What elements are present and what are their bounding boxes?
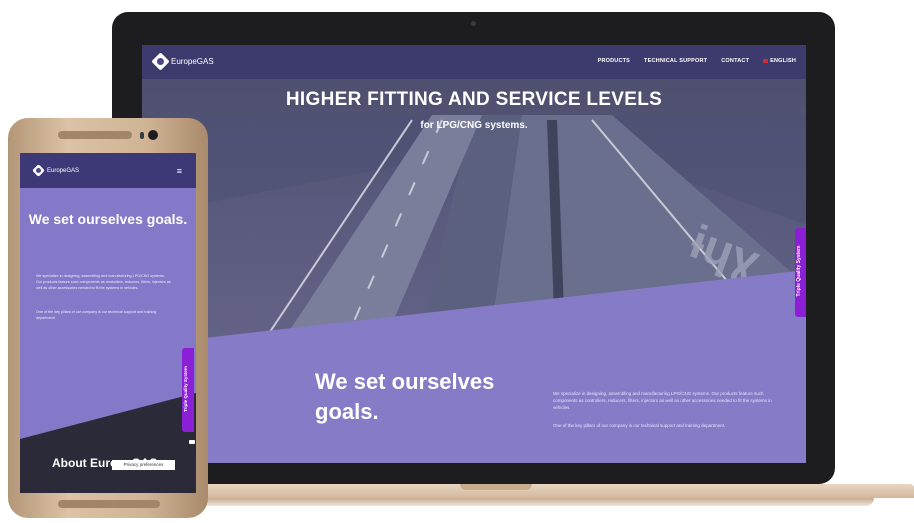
laptop-frame: ɨɥɣ EuropeGAS PRODUCTS TECHNICAL SUPPORT…	[112, 12, 835, 484]
phone-camera	[148, 130, 158, 140]
mobile-goals-heading: We set ourselves goals.	[28, 211, 188, 227]
laptop-base-bottom	[118, 498, 874, 506]
mobile-triple-quality-tab[interactable]: Triple Quality System	[182, 348, 194, 432]
phone-speaker	[58, 131, 132, 139]
phone-screen: EuropeGAS ≡ We set ourselves goals. We s…	[20, 153, 196, 493]
nav-technical-support[interactable]: TECHNICAL SUPPORT	[644, 58, 707, 64]
logo-icon	[151, 52, 170, 71]
mobile-dark-section	[20, 393, 196, 493]
main-menu: PRODUCTS TECHNICAL SUPPORT CONTACT ENGLI…	[598, 58, 796, 64]
phone-frame: EuropeGAS ≡ We set ourselves goals. We s…	[8, 118, 208, 518]
hero-subtitle: for LPG/CNG systems.	[420, 120, 528, 131]
laptop-camera	[471, 21, 476, 26]
brand-logo[interactable]: EuropeGAS	[151, 52, 214, 71]
laptop-screen: ɨɥɣ EuropeGAS PRODUCTS TECHNICAL SUPPORT…	[142, 45, 806, 463]
triple-quality-label: Triple Quality System	[796, 245, 802, 297]
support-paragraph: One of the key pillars of our company is…	[553, 423, 726, 428]
mobile-triple-quality-label: Triple Quality System	[183, 366, 188, 412]
language-label: ENGLISH	[770, 58, 796, 64]
brand-name: EuropeGAS	[171, 57, 214, 66]
triple-quality-tab[interactable]: Triple Quality System	[795, 228, 806, 317]
mobile-support-paragraph: One of the key pillars of our company is…	[36, 310, 157, 320]
nav-products[interactable]: PRODUCTS	[598, 58, 630, 64]
laptop-base-notch	[460, 484, 532, 490]
goals-heading: We set ourselves goals.	[315, 369, 495, 424]
mobile-intro-paragraph: We specialize in designing, assembling a…	[36, 274, 171, 290]
site-navbar: EuropeGAS PRODUCTS TECHNICAL SUPPORT CON…	[142, 45, 806, 79]
message-icon[interactable]	[185, 435, 196, 449]
phone-sensor	[140, 132, 144, 139]
flag-icon	[763, 58, 769, 63]
intro-paragraph: We specialize in designing, assembling a…	[553, 391, 772, 410]
nav-contact[interactable]: CONTACT	[721, 58, 749, 64]
phone-bottom-speaker	[58, 500, 160, 508]
hero-title: HIGHER FITTING AND SERVICE LEVELS	[285, 89, 663, 110]
language-switcher[interactable]: ENGLISH	[763, 58, 796, 64]
privacy-preferences-button[interactable]: Privacy preferences	[112, 460, 175, 470]
